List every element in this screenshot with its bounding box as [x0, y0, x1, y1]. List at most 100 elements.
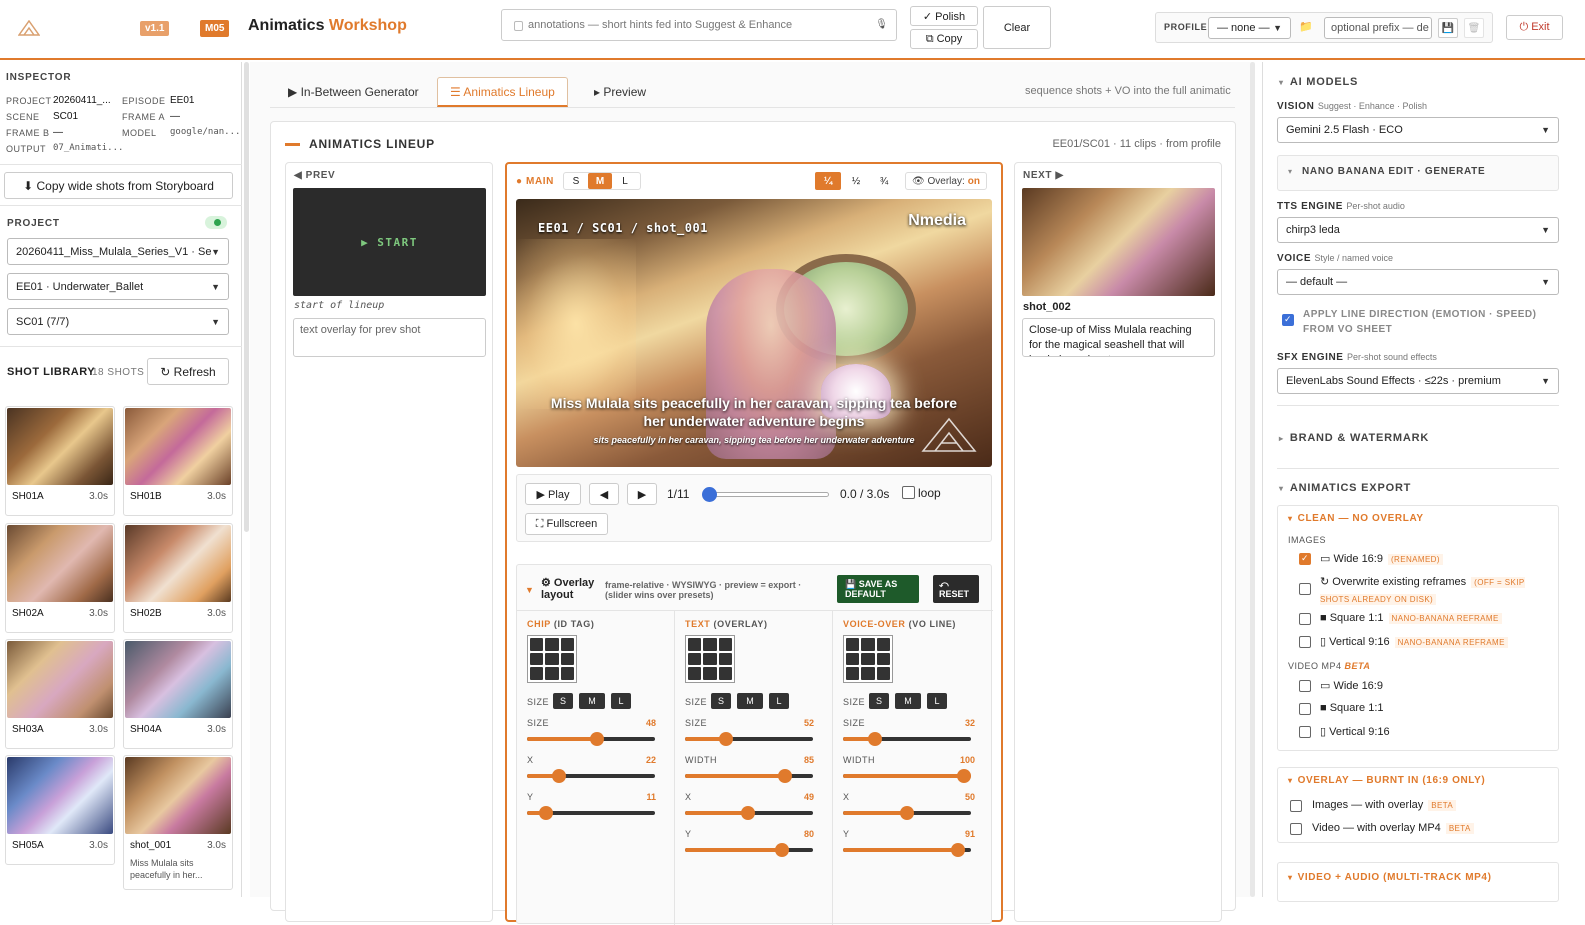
folder-icon[interactable]: 📁	[1299, 20, 1313, 33]
prev-shot-button[interactable]: ◀	[589, 483, 619, 505]
text-position-grid[interactable]	[685, 635, 735, 683]
vo-position-grid[interactable]	[843, 635, 893, 683]
fullscreen-button[interactable]: ⛶ Fullscreen	[525, 513, 608, 535]
chip-x-slider[interactable]	[527, 769, 655, 783]
annotations-input[interactable]: annotations — short hints fed into Sugge…	[501, 9, 897, 41]
chip-y-slider[interactable]	[527, 806, 655, 820]
wide-video-checkbox[interactable]	[1299, 680, 1311, 692]
vo-y-slider[interactable]	[843, 843, 971, 857]
grid-cell[interactable]	[718, 667, 732, 680]
overlay-toggle[interactable]: 👁 Overlay: on	[905, 172, 987, 190]
grid-cell[interactable]	[530, 652, 544, 666]
tab-in-between-generator[interactable]: ▶ In-Between Generator	[276, 77, 431, 107]
clear-button[interactable]: Clear	[983, 6, 1051, 49]
save-profile-button[interactable]: 💾	[1438, 18, 1458, 38]
copy-button[interactable]: ⧉ Copy	[910, 29, 978, 49]
sfx-select[interactable]: ElevenLabs Sound Effects · ≤22s · premiu…	[1277, 368, 1559, 394]
grid-cell[interactable]	[846, 667, 860, 680]
chip-size-l[interactable]: L	[611, 693, 631, 709]
nano-banana-section[interactable]: ▾ NANO BANANA EDIT · GENERATE	[1277, 155, 1559, 191]
tts-select[interactable]: chirp3 leda ▼	[1277, 217, 1559, 243]
polish-button[interactable]: ✓ Polish	[910, 6, 978, 26]
project-toggle[interactable]	[205, 216, 227, 229]
fraction-half-button[interactable]: ½	[843, 172, 869, 190]
vo-size-slider[interactable]	[843, 732, 971, 746]
chip-size-s[interactable]: S	[553, 693, 573, 709]
shot-card[interactable]: SH01B 3.0s	[123, 406, 233, 516]
shot-card[interactable]: SH03A 3.0s	[5, 639, 115, 749]
copy-wide-shots-button[interactable]: ⬇ Copy wide shots from Storyboard	[4, 172, 233, 199]
voice-select[interactable]: — default — ▼	[1277, 269, 1559, 295]
grid-cell[interactable]	[545, 638, 559, 651]
grid-cell[interactable]	[846, 638, 860, 651]
next-overlay-textarea[interactable]: Close-up of Miss Mulala reaching for the…	[1022, 318, 1215, 357]
text-width-slider[interactable]	[685, 769, 813, 783]
grid-cell[interactable]	[861, 638, 875, 651]
overwrite-checkbox[interactable]	[1299, 583, 1311, 595]
brand-watermark-header[interactable]: ▸ BRAND & WATERMARK	[1279, 432, 1429, 444]
mic-icon[interactable]: 🎙	[875, 19, 888, 30]
text-size-slider[interactable]	[685, 732, 813, 746]
next-shot-button[interactable]: ▶	[627, 483, 657, 505]
slider-knob[interactable]	[539, 806, 554, 820]
grid-cell[interactable]	[861, 667, 875, 680]
chip-size-slider[interactable]	[527, 732, 655, 746]
burnt-overlay-header[interactable]: ▾ OVERLAY — BURNT IN (16:9 ONLY)	[1288, 775, 1485, 786]
collapse-caret-icon[interactable]: ▼	[525, 585, 534, 595]
vertical-video-checkbox[interactable]	[1299, 726, 1311, 738]
exit-button[interactable]: ⏻ Exit	[1506, 15, 1563, 40]
text-size-m[interactable]: M	[737, 693, 763, 709]
vo-size-m[interactable]: M	[895, 693, 921, 709]
shot-card[interactable]: SH04A 3.0s	[123, 639, 233, 749]
grid-cell[interactable]	[876, 638, 890, 651]
vo-width-slider[interactable]	[843, 769, 971, 783]
text-size-s[interactable]: S	[711, 693, 731, 709]
scrubber[interactable]	[702, 487, 829, 502]
grid-cell[interactable]	[545, 667, 559, 680]
slider-knob[interactable]	[951, 843, 966, 857]
grid-cell[interactable]	[703, 667, 717, 680]
grid-cell[interactable]	[861, 652, 875, 666]
save-default-button[interactable]: 💾 SAVE AS DEFAULT	[837, 575, 919, 603]
square-video-checkbox[interactable]	[1299, 703, 1311, 715]
slider-knob[interactable]	[957, 769, 971, 783]
grid-cell[interactable]	[688, 667, 702, 680]
apply-line-direction-checkbox[interactable]	[1282, 314, 1294, 326]
grid-cell[interactable]	[718, 638, 732, 651]
loop-checkbox[interactable]	[902, 486, 915, 499]
vo-x-slider[interactable]	[843, 806, 971, 820]
next-frame[interactable]	[1022, 188, 1215, 296]
vertical-image-checkbox[interactable]	[1299, 636, 1311, 648]
grid-cell[interactable]	[560, 638, 574, 651]
refresh-button[interactable]: ↻ Refresh	[147, 358, 229, 385]
fraction-quarter-button[interactable]: ¼	[815, 172, 841, 190]
tab-animatics-lineup[interactable]: ☰ Animatics Lineup	[437, 77, 568, 107]
text-x-slider[interactable]	[685, 806, 813, 820]
size-l-button[interactable]: L	[612, 173, 638, 189]
chip-size-m[interactable]: M	[579, 693, 605, 709]
text-size-l[interactable]: L	[769, 693, 789, 709]
slider-knob[interactable]	[718, 732, 733, 746]
animatics-export-header[interactable]: ▾ ANIMATICS EXPORT	[1279, 482, 1411, 494]
scene-select[interactable]: SC01 (7/7) ▼	[7, 308, 229, 335]
main-frame[interactable]: EE01 / SC01 / shot_001 Nmedia Miss Mulal…	[516, 199, 992, 467]
grid-cell[interactable]	[530, 667, 544, 680]
square-image-checkbox[interactable]	[1299, 613, 1311, 625]
scrubber-knob[interactable]	[702, 487, 717, 502]
grid-cell[interactable]	[560, 652, 574, 666]
chip-position-grid[interactable]	[527, 635, 577, 683]
vision-select[interactable]: Gemini 2.5 Flash · ECO ▼	[1277, 117, 1559, 143]
slider-knob[interactable]	[740, 806, 755, 820]
vo-size-s[interactable]: S	[869, 693, 889, 709]
images-overlay-checkbox[interactable]	[1290, 800, 1302, 812]
grid-cell[interactable]	[703, 652, 717, 666]
prefix-input[interactable]: optional prefix — de	[1324, 17, 1432, 39]
prev-overlay-textarea[interactable]: text overlay for prev shot	[293, 318, 486, 357]
clean-export-header[interactable]: ▾ CLEAN — NO OVERLAY	[1288, 513, 1424, 524]
grid-cell[interactable]	[688, 652, 702, 666]
annotations-checkbox[interactable]	[514, 21, 523, 31]
multitrack-header[interactable]: ▾ VIDEO + AUDIO (MULTI-TRACK MP4)	[1288, 872, 1492, 883]
grid-cell[interactable]	[560, 667, 574, 680]
delete-profile-button[interactable]: 🗑	[1464, 18, 1484, 38]
text-y-slider[interactable]	[685, 843, 813, 857]
